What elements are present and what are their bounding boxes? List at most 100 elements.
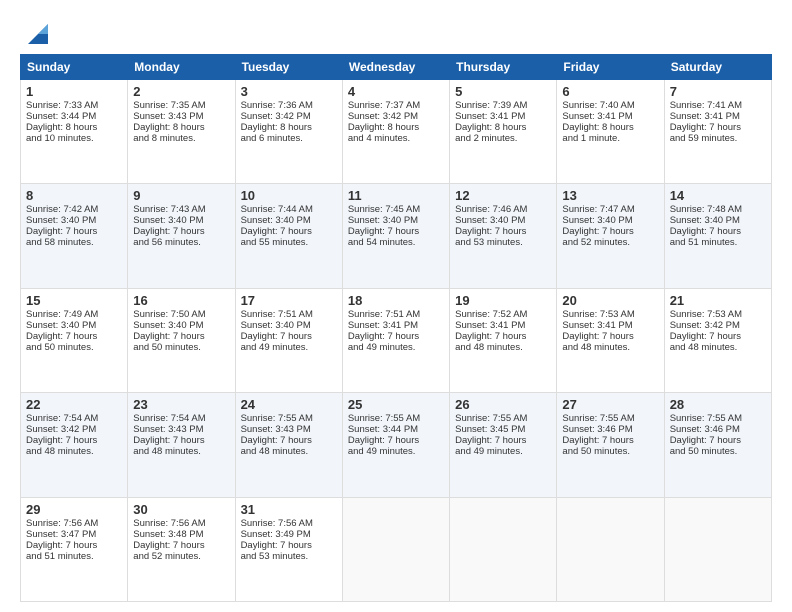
calendar-cell: 14Sunrise: 7:48 AMSunset: 3:40 PMDayligh… — [664, 184, 771, 288]
daylight-line1: Daylight: 7 hours — [241, 226, 312, 237]
daylight-line2: and 50 minutes. — [562, 446, 630, 457]
calendar-cell: 19Sunrise: 7:52 AMSunset: 3:41 PMDayligh… — [450, 288, 557, 392]
sunrise-line: Sunrise: 7:56 AM — [241, 518, 313, 529]
calendar-cell: 21Sunrise: 7:53 AMSunset: 3:42 PMDayligh… — [664, 288, 771, 392]
sunrise-line: Sunrise: 7:55 AM — [348, 413, 420, 424]
calendar-week-row: 29Sunrise: 7:56 AMSunset: 3:47 PMDayligh… — [21, 497, 772, 601]
day-number: 6 — [562, 84, 658, 99]
sunrise-line: Sunrise: 7:51 AM — [241, 309, 313, 320]
sunset-line: Sunset: 3:40 PM — [562, 215, 632, 226]
calendar-week-row: 15Sunrise: 7:49 AMSunset: 3:40 PMDayligh… — [21, 288, 772, 392]
sunrise-line: Sunrise: 7:40 AM — [562, 100, 634, 111]
day-number: 5 — [455, 84, 551, 99]
daylight-line1: Daylight: 7 hours — [26, 540, 97, 551]
column-header-friday: Friday — [557, 55, 664, 80]
sunrise-line: Sunrise: 7:54 AM — [133, 413, 205, 424]
daylight-line2: and 48 minutes. — [670, 342, 738, 353]
daylight-line2: and 50 minutes. — [133, 342, 201, 353]
day-number: 18 — [348, 293, 444, 308]
calendar-cell: 5Sunrise: 7:39 AMSunset: 3:41 PMDaylight… — [450, 80, 557, 184]
day-number: 23 — [133, 397, 229, 412]
daylight-line2: and 49 minutes. — [455, 446, 523, 457]
daylight-line2: and 51 minutes. — [26, 551, 94, 562]
sunset-line: Sunset: 3:43 PM — [133, 111, 203, 122]
daylight-line1: Daylight: 7 hours — [241, 435, 312, 446]
calendar-cell: 17Sunrise: 7:51 AMSunset: 3:40 PMDayligh… — [235, 288, 342, 392]
sunset-line: Sunset: 3:40 PM — [26, 320, 96, 331]
calendar-cell: 25Sunrise: 7:55 AMSunset: 3:44 PMDayligh… — [342, 393, 449, 497]
day-number: 24 — [241, 397, 337, 412]
daylight-line2: and 48 minutes. — [133, 446, 201, 457]
daylight-line2: and 6 minutes. — [241, 133, 303, 144]
day-number: 16 — [133, 293, 229, 308]
sunrise-line: Sunrise: 7:55 AM — [562, 413, 634, 424]
calendar-week-row: 8Sunrise: 7:42 AMSunset: 3:40 PMDaylight… — [21, 184, 772, 288]
calendar-cell: 28Sunrise: 7:55 AMSunset: 3:46 PMDayligh… — [664, 393, 771, 497]
daylight-line2: and 49 minutes. — [241, 342, 309, 353]
calendar-cell: 6Sunrise: 7:40 AMSunset: 3:41 PMDaylight… — [557, 80, 664, 184]
sunrise-line: Sunrise: 7:35 AM — [133, 100, 205, 111]
sunrise-line: Sunrise: 7:55 AM — [455, 413, 527, 424]
sunset-line: Sunset: 3:45 PM — [455, 424, 525, 435]
calendar-cell — [450, 497, 557, 601]
day-number: 31 — [241, 502, 337, 517]
sunrise-line: Sunrise: 7:45 AM — [348, 204, 420, 215]
sunset-line: Sunset: 3:47 PM — [26, 529, 96, 540]
daylight-line2: and 49 minutes. — [348, 446, 416, 457]
day-number: 15 — [26, 293, 122, 308]
calendar-cell: 23Sunrise: 7:54 AMSunset: 3:43 PMDayligh… — [128, 393, 235, 497]
column-header-wednesday: Wednesday — [342, 55, 449, 80]
sunset-line: Sunset: 3:42 PM — [241, 111, 311, 122]
calendar-cell: 16Sunrise: 7:50 AMSunset: 3:40 PMDayligh… — [128, 288, 235, 392]
daylight-line2: and 59 minutes. — [670, 133, 738, 144]
daylight-line2: and 50 minutes. — [670, 446, 738, 457]
daylight-line1: Daylight: 7 hours — [133, 226, 204, 237]
day-number: 28 — [670, 397, 766, 412]
daylight-line2: and 53 minutes. — [241, 551, 309, 562]
sunset-line: Sunset: 3:44 PM — [26, 111, 96, 122]
daylight-line1: Daylight: 8 hours — [455, 122, 526, 133]
day-number: 9 — [133, 188, 229, 203]
calendar-cell: 11Sunrise: 7:45 AMSunset: 3:40 PMDayligh… — [342, 184, 449, 288]
sunset-line: Sunset: 3:40 PM — [455, 215, 525, 226]
sunset-line: Sunset: 3:40 PM — [26, 215, 96, 226]
sunset-line: Sunset: 3:42 PM — [26, 424, 96, 435]
day-number: 20 — [562, 293, 658, 308]
sunrise-line: Sunrise: 7:39 AM — [455, 100, 527, 111]
day-number: 11 — [348, 188, 444, 203]
sunset-line: Sunset: 3:40 PM — [348, 215, 418, 226]
day-number: 1 — [26, 84, 122, 99]
calendar-cell: 2Sunrise: 7:35 AMSunset: 3:43 PMDaylight… — [128, 80, 235, 184]
column-header-saturday: Saturday — [664, 55, 771, 80]
calendar-cell — [557, 497, 664, 601]
daylight-line2: and 48 minutes. — [562, 342, 630, 353]
daylight-line1: Daylight: 7 hours — [26, 331, 97, 342]
day-number: 4 — [348, 84, 444, 99]
logo — [20, 20, 52, 48]
logo-icon — [24, 20, 52, 48]
daylight-line2: and 48 minutes. — [455, 342, 523, 353]
sunset-line: Sunset: 3:42 PM — [348, 111, 418, 122]
daylight-line1: Daylight: 7 hours — [670, 435, 741, 446]
calendar-cell: 12Sunrise: 7:46 AMSunset: 3:40 PMDayligh… — [450, 184, 557, 288]
daylight-line2: and 49 minutes. — [348, 342, 416, 353]
calendar-cell: 1Sunrise: 7:33 AMSunset: 3:44 PMDaylight… — [21, 80, 128, 184]
sunrise-line: Sunrise: 7:49 AM — [26, 309, 98, 320]
calendar-cell: 8Sunrise: 7:42 AMSunset: 3:40 PMDaylight… — [21, 184, 128, 288]
daylight-line1: Daylight: 8 hours — [562, 122, 633, 133]
calendar-cell: 31Sunrise: 7:56 AMSunset: 3:49 PMDayligh… — [235, 497, 342, 601]
calendar-cell: 15Sunrise: 7:49 AMSunset: 3:40 PMDayligh… — [21, 288, 128, 392]
sunset-line: Sunset: 3:46 PM — [670, 424, 740, 435]
sunrise-line: Sunrise: 7:46 AM — [455, 204, 527, 215]
sunrise-line: Sunrise: 7:41 AM — [670, 100, 742, 111]
day-number: 10 — [241, 188, 337, 203]
day-number: 13 — [562, 188, 658, 203]
daylight-line2: and 1 minute. — [562, 133, 620, 144]
calendar-cell: 18Sunrise: 7:51 AMSunset: 3:41 PMDayligh… — [342, 288, 449, 392]
daylight-line1: Daylight: 7 hours — [670, 122, 741, 133]
calendar-cell: 30Sunrise: 7:56 AMSunset: 3:48 PMDayligh… — [128, 497, 235, 601]
day-number: 8 — [26, 188, 122, 203]
calendar-week-row: 1Sunrise: 7:33 AMSunset: 3:44 PMDaylight… — [21, 80, 772, 184]
daylight-line2: and 8 minutes. — [133, 133, 195, 144]
day-number: 7 — [670, 84, 766, 99]
